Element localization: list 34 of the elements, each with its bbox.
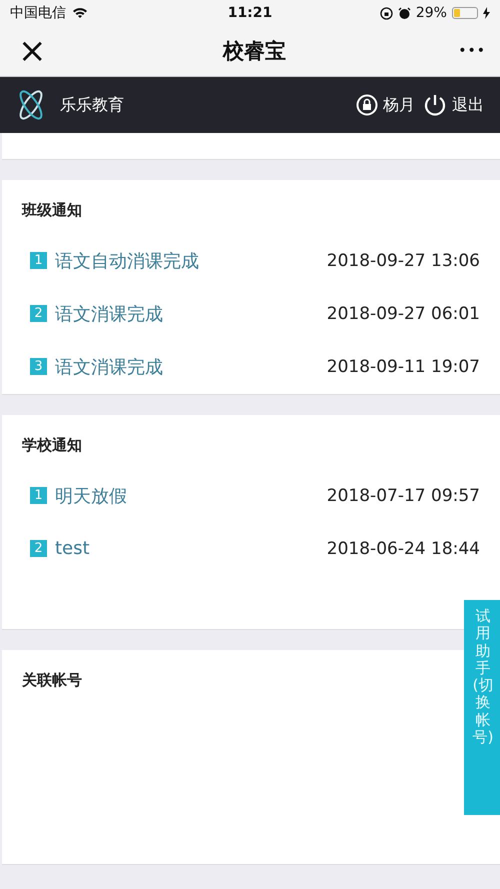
battery-icon	[452, 7, 478, 19]
notice-time: 2018-07-17 09:57	[326, 486, 480, 506]
charging-icon	[482, 7, 490, 19]
rotation-lock-icon	[380, 6, 393, 20]
battery-percent: 29%	[416, 5, 447, 21]
user-link[interactable]: 杨月	[356, 93, 415, 117]
logout-link[interactable]: 退出	[423, 93, 484, 117]
alarm-icon	[398, 6, 411, 20]
more-button[interactable]: •••	[458, 43, 486, 59]
notice-time: 2018-09-27 06:01	[326, 304, 480, 324]
wifi-icon	[72, 7, 88, 19]
notice-link[interactable]: 语文消课完成	[55, 302, 327, 326]
notice-link[interactable]: test	[55, 538, 327, 559]
number-badge: 1	[30, 487, 47, 504]
notice-time: 2018-09-27 13:06	[326, 250, 480, 270]
lock-icon	[356, 94, 378, 116]
section-title: 关联帐号	[22, 671, 82, 690]
power-icon	[423, 93, 447, 117]
notice-time: 2018-06-24 18:44	[326, 538, 480, 558]
number-badge: 3	[30, 358, 47, 375]
notice-link[interactable]: 明天放假	[55, 484, 327, 508]
school-name: 乐乐教育	[60, 94, 125, 116]
notice-link[interactable]: 语文消课完成	[55, 354, 327, 378]
number-badge: 2	[30, 305, 47, 322]
number-badge: 1	[30, 252, 47, 269]
number-badge: 2	[30, 540, 47, 557]
page-title: 校睿宝	[222, 38, 286, 65]
notice-link[interactable]: 语文自动消课完成	[55, 248, 327, 272]
section-title: 学校通知	[22, 436, 82, 455]
carrier-name: 中国电信	[10, 4, 66, 22]
clock-time: 11:21	[228, 5, 272, 21]
notice-time: 2018-09-11 19:07	[326, 356, 480, 376]
section-title: 班级通知	[22, 201, 82, 220]
close-button[interactable]: ×	[14, 34, 50, 68]
